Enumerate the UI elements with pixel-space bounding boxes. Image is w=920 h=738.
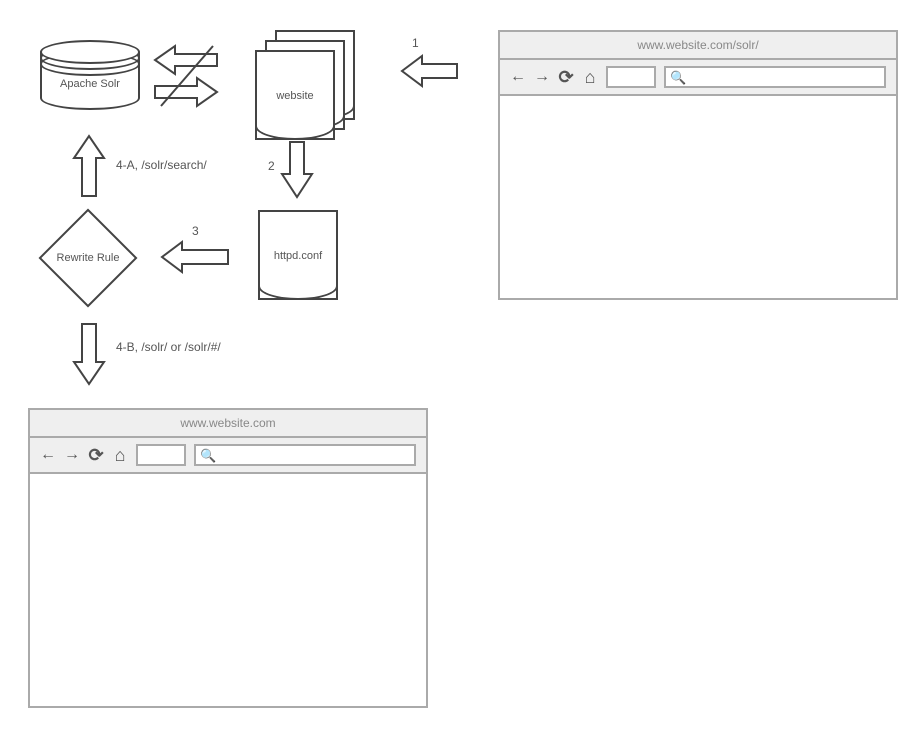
browser-website: www.website.com ← → ⟳ ⌂ 🔍 [28, 408, 428, 708]
node-website: website [255, 30, 355, 140]
node-httpd-conf-label: httpd.conf [260, 250, 336, 262]
home-icon[interactable]: ⌂ [112, 447, 128, 463]
back-icon[interactable]: ← [510, 69, 526, 85]
node-apache-solr: Apache Solr [40, 40, 140, 110]
browser-viewport [30, 474, 426, 706]
arrow-no-direct-access [155, 46, 235, 106]
diagram-canvas: Apache Solr website 1 2 httpd.conf 3 [0, 0, 920, 738]
label-step-4a: 4-A, /solr/search/ [116, 158, 207, 172]
url-input[interactable] [136, 444, 186, 466]
browser-toolbar: ← → ⟳ ⌂ 🔍 [500, 60, 896, 96]
arrow-step-2 [282, 142, 312, 197]
node-apache-solr-label: Apache Solr [40, 78, 140, 90]
label-step-1: 1 [412, 36, 419, 50]
arrow-step-3 [162, 242, 232, 272]
browser-toolbar: ← → ⟳ ⌂ 🔍 [30, 438, 426, 474]
browser-title: www.website.com/solr/ [500, 32, 896, 60]
label-step-4b: 4-B, /solr/ or /solr/#/ [116, 340, 221, 354]
label-step-2: 2 [268, 159, 275, 173]
browser-viewport [500, 96, 896, 298]
node-rewrite-rule: Rewrite Rule [38, 208, 138, 308]
label-step-3: 3 [192, 224, 199, 238]
url-input[interactable] [606, 66, 656, 88]
browser-title: www.website.com [30, 410, 426, 438]
forward-icon[interactable]: → [534, 69, 550, 85]
home-icon[interactable]: ⌂ [582, 69, 598, 85]
forward-icon[interactable]: → [64, 447, 80, 463]
search-icon: 🔍 [200, 448, 216, 464]
reload-icon[interactable]: ⟳ [558, 69, 574, 85]
arrow-step-4a [74, 136, 104, 196]
node-rewrite-rule-label: Rewrite Rule [38, 252, 138, 264]
back-icon[interactable]: ← [40, 447, 56, 463]
reload-icon[interactable]: ⟳ [88, 447, 104, 463]
search-icon: 🔍 [670, 70, 686, 86]
arrow-step-4b [74, 324, 104, 384]
browser-solr-admin: www.website.com/solr/ ← → ⟳ ⌂ 🔍 [498, 30, 898, 300]
search-input[interactable]: 🔍 [194, 444, 416, 466]
node-website-label: website [257, 90, 333, 102]
search-input[interactable]: 🔍 [664, 66, 886, 88]
arrow-step-1 [402, 56, 462, 86]
